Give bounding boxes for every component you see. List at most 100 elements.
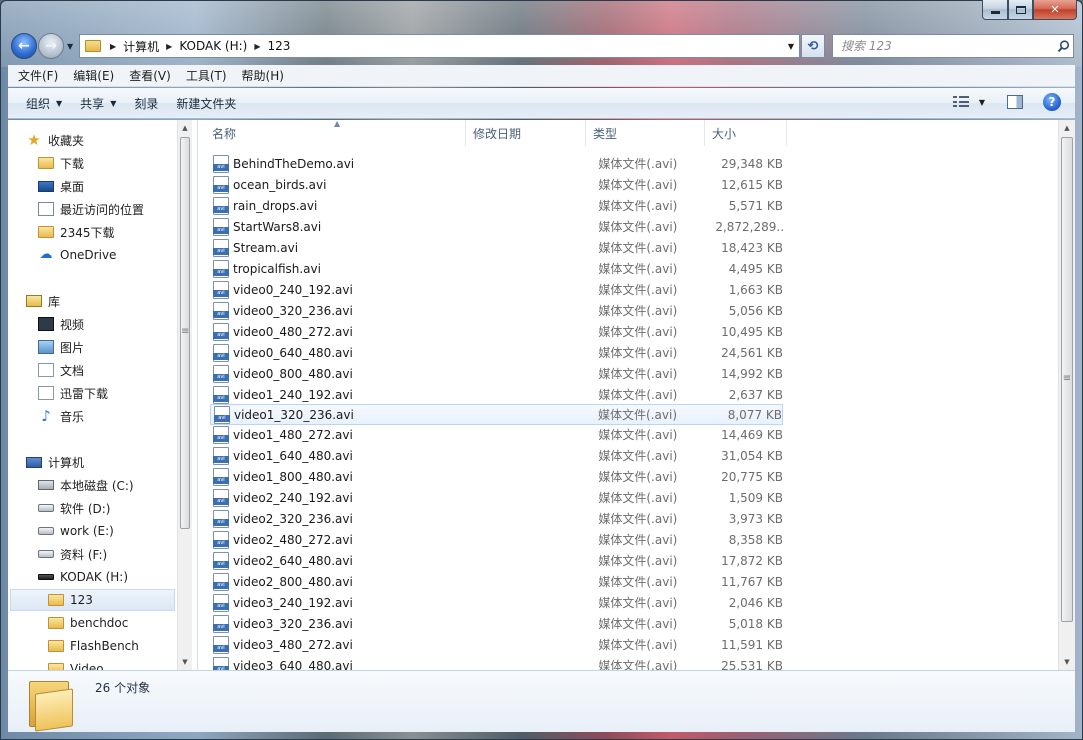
file-row[interactable]: ocean_birds.avi 媒体文件(.avi) 12,615 KB <box>210 174 783 195</box>
tree-item-folder-123[interactable]: 123 <box>10 589 175 611</box>
file-row[interactable]: StartWars8.avi 媒体文件(.avi) 2,872,289... <box>210 216 783 237</box>
file-row[interactable]: video0_320_236.avi 媒体文件(.avi) 5,056 KB <box>210 300 783 321</box>
tree-item-benchdoc[interactable]: benchdoc <box>48 612 128 634</box>
tree-item-xunlei-downloads[interactable]: 迅雷下载 <box>38 382 108 404</box>
tree-item-drive-e[interactable]: work (E:) <box>38 520 114 542</box>
share-button[interactable]: 共享 ▼ <box>80 95 116 112</box>
column-header-size[interactable]: 大小 <box>705 120 787 146</box>
file-row[interactable]: video2_640_480.avi 媒体文件(.avi) 17,872 KB <box>210 550 783 571</box>
forward-button[interactable]: → <box>38 33 64 59</box>
tree-libraries[interactable]: 库 <box>26 290 60 312</box>
tree-item-video[interactable]: Video <box>48 658 104 670</box>
tree-item-drive-f[interactable]: 资料 (F:) <box>38 543 107 565</box>
scroll-up-icon[interactable]: ▲ <box>178 120 192 136</box>
breadcrumb-computer[interactable]: 计算机 <box>123 38 159 55</box>
new-folder-button[interactable]: 新建文件夹 <box>176 95 236 112</box>
file-row[interactable]: rain_drops.avi 媒体文件(.avi) 5,571 KB <box>210 195 783 216</box>
menu-view[interactable]: 查看(V) <box>119 67 176 84</box>
hard-drive-icon <box>38 504 54 512</box>
chevron-right-icon[interactable]: ▶ <box>110 42 116 51</box>
tree-item-music[interactable]: ♪ 音乐 <box>38 405 84 427</box>
chevron-right-icon[interactable]: ▶ <box>166 42 172 51</box>
tree-item-flashbench[interactable]: FlashBench <box>48 635 139 657</box>
tree-label: 迅雷下载 <box>60 386 109 401</box>
file-list-scrollbar[interactable]: ▲ ▼ <box>1058 120 1075 670</box>
chevron-right-icon[interactable]: ▶ <box>254 42 260 51</box>
scroll-down-icon[interactable]: ▼ <box>178 654 192 670</box>
file-size: 1,663 KB <box>728 282 783 297</box>
file-row[interactable]: video3_320_236.avi 媒体文件(.avi) 5,018 KB <box>210 613 783 634</box>
minimize-button[interactable] <box>982 0 1008 20</box>
recent-pages-dropdown[interactable]: ▼ <box>67 42 73 51</box>
file-row[interactable]: video2_800_480.avi 媒体文件(.avi) 11,767 KB <box>210 571 783 592</box>
tree-item-documents[interactable]: 文档 <box>38 359 84 381</box>
tree-item-recent-places[interactable]: 最近访问的位置 <box>38 198 144 220</box>
column-header-name[interactable]: 名称 ▲ <box>198 120 466 146</box>
menu-help[interactable]: 帮助(H) <box>232 67 289 84</box>
tree-item-pictures[interactable]: 图片 <box>38 336 84 358</box>
scrollbar-thumb[interactable] <box>180 137 190 529</box>
close-button[interactable]: ✕ <box>1033 0 1077 20</box>
address-dropdown-icon[interactable]: ▼ <box>783 35 799 57</box>
menu-tools[interactable]: 工具(T) <box>176 67 232 84</box>
organize-button[interactable]: 组织 ▼ <box>26 95 62 112</box>
menu-file[interactable]: 文件(F) <box>8 67 63 84</box>
file-row[interactable]: tropicalfish.avi 媒体文件(.avi) 4,495 KB <box>210 258 783 279</box>
tree-label: 本地磁盘 (C:) <box>60 478 134 493</box>
file-name: video0_800_480.avi <box>233 366 353 381</box>
menu-edit[interactable]: 编辑(E) <box>63 67 119 84</box>
scroll-down-icon[interactable]: ▼ <box>1059 654 1075 670</box>
preview-pane-button[interactable] <box>1007 95 1023 109</box>
scrollbar-thumb[interactable] <box>1061 137 1073 622</box>
column-header-date[interactable]: 修改日期 <box>466 120 586 146</box>
file-row[interactable]: video2_240_192.avi 媒体文件(.avi) 1,509 KB <box>210 487 783 508</box>
tree-computer[interactable]: 计算机 <box>26 451 84 473</box>
burn-button[interactable]: 刻录 <box>134 95 158 112</box>
file-row[interactable]: video0_240_192.avi 媒体文件(.avi) 1,663 KB <box>210 279 783 300</box>
scroll-up-icon[interactable]: ▲ <box>1059 120 1075 136</box>
tree-item-downloads[interactable]: 下载 <box>38 152 84 174</box>
navigation-pane-scrollbar[interactable]: ▲ ▼ <box>177 120 192 670</box>
tree-item-onedrive[interactable]: ☁ OneDrive <box>38 244 117 266</box>
tree-favorites[interactable]: ★ 收藏夹 <box>26 129 84 151</box>
tree-label: 库 <box>48 294 61 309</box>
file-list: BehindTheDemo.avi 媒体文件(.avi) 29,348 KB ocea… <box>210 153 783 670</box>
file-row[interactable]: BehindTheDemo.avi 媒体文件(.avi) 29,348 KB <box>210 153 783 174</box>
file-row[interactable]: video0_480_272.avi 媒体文件(.avi) 10,495 KB <box>210 321 783 342</box>
file-row[interactable]: video0_640_480.avi 媒体文件(.avi) 24,561 KB <box>210 342 783 363</box>
file-row[interactable]: video3_640_480.avi 媒体文件(.avi) 25,531 KB <box>210 655 783 670</box>
breadcrumb-drive[interactable]: KODAK (H:) <box>179 39 247 53</box>
change-view-button[interactable]: ▼ <box>952 96 985 108</box>
tree-item-drive-c[interactable]: 本地磁盘 (C:) <box>38 474 134 496</box>
tree-item-drive-d[interactable]: 软件 (D:) <box>38 497 110 519</box>
file-row[interactable]: video1_240_192.avi 媒体文件(.avi) 2,637 KB <box>210 384 783 405</box>
maximize-button[interactable] <box>1008 0 1033 20</box>
avi-file-icon <box>213 425 229 444</box>
address-bar[interactable]: ▶ 计算机 ▶ KODAK (H:) ▶ 123 ▼ <box>79 34 800 58</box>
search-icon[interactable] <box>1053 39 1073 53</box>
file-row[interactable]: video3_240_192.avi 媒体文件(.avi) 2,046 KB <box>210 592 783 613</box>
file-row[interactable]: video0_800_480.avi 媒体文件(.avi) 14,992 KB <box>210 363 783 384</box>
tree-item-desktop[interactable]: 桌面 <box>38 175 84 197</box>
file-row[interactable]: Stream.avi 媒体文件(.avi) 18,423 KB <box>210 237 783 258</box>
refresh-button[interactable]: ⟲ <box>801 34 825 58</box>
tree-item-drive-h[interactable]: KODAK (H:) <box>38 566 128 588</box>
help-button[interactable]: ? <box>1043 93 1061 111</box>
file-row[interactable]: video1_320_236.avi 媒体文件(.avi) 8,077 KB <box>210 404 783 425</box>
file-row[interactable]: video1_480_272.avi 媒体文件(.avi) 14,469 KB <box>210 424 783 445</box>
avi-file-icon <box>213 217 229 236</box>
column-header-type[interactable]: 类型 <box>586 120 705 146</box>
tree-item-videos[interactable]: 视频 <box>38 313 84 335</box>
search-input[interactable] <box>833 36 1053 56</box>
library-icon <box>26 295 42 307</box>
file-row[interactable]: video3_480_272.avi 媒体文件(.avi) 11,591 KB <box>210 634 783 655</box>
back-arrow-icon: ← <box>18 38 30 54</box>
tree-item-2345-downloads[interactable]: 2345下载 <box>38 221 115 243</box>
file-row[interactable]: video1_800_480.avi 媒体文件(.avi) 20,775 KB <box>210 466 783 487</box>
back-button[interactable]: ← <box>11 33 37 59</box>
file-size: 18,423 KB <box>721 240 783 255</box>
file-row[interactable]: video2_480_272.avi 媒体文件(.avi) 8,358 KB <box>210 529 783 550</box>
breadcrumb-folder[interactable]: 123 <box>268 39 291 53</box>
file-row[interactable]: video2_320_236.avi 媒体文件(.avi) 3,973 KB <box>210 508 783 529</box>
file-row[interactable]: video1_640_480.avi 媒体文件(.avi) 31,054 KB <box>210 445 783 466</box>
